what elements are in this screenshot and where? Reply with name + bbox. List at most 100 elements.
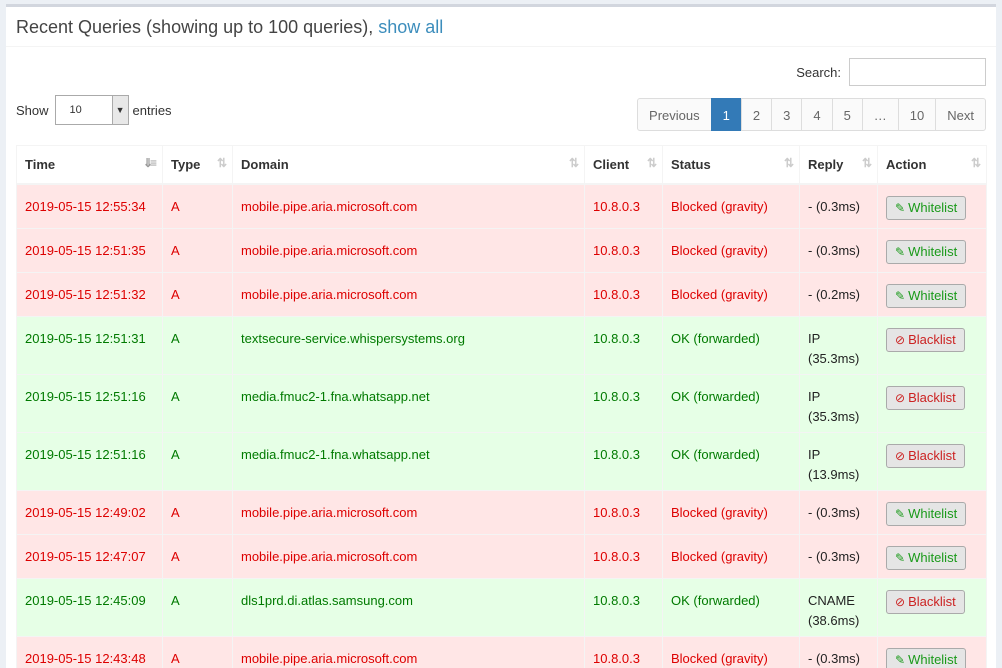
ban-icon: ⊘ <box>895 333 906 347</box>
cell-client: 10.8.0.3 <box>584 183 663 229</box>
cell-domain: mobile.pipe.aria.microsoft.com <box>232 636 585 668</box>
cell-action: ✎ Whitelist <box>877 534 987 579</box>
cell-status: OK (forwarded) <box>662 316 800 375</box>
whitelist-button[interactable]: ✎ Whitelist <box>886 196 967 220</box>
pagination-ellipsis: … <box>861 98 899 131</box>
table-row: 2019-05-15 12:51:31 Atextsecure-service.w… <box>16 316 987 375</box>
cell-type: A <box>162 183 233 229</box>
cell-action: ⊘ Blacklist <box>877 316 987 375</box>
edit-icon: ✎ <box>895 507 906 521</box>
cell-reply: - (0.2ms) <box>799 272 878 317</box>
entries-label: entries <box>132 102 172 118</box>
cell-client: 10.8.0.3 <box>584 316 663 375</box>
cell-domain: mobile.pipe.aria.microsoft.com <box>232 228 585 273</box>
cell-reply: - (0.3ms) <box>799 636 878 668</box>
cell-domain: dls1prd.di.atlas.samsung.com <box>232 578 585 637</box>
cell-status: OK (forwarded) <box>662 374 800 433</box>
pagination: Previous 1 2 3 4 5… 10 Next <box>637 98 986 131</box>
cell-type: A <box>162 228 233 273</box>
pagination-page[interactable]: 10 <box>897 98 937 131</box>
cell-type: A <box>162 316 233 375</box>
edit-icon: ✎ <box>895 245 906 259</box>
cell-type: A <box>162 636 233 668</box>
pagination-next[interactable]: Next <box>935 98 986 131</box>
action-label: Blacklist <box>908 332 956 347</box>
action-label: Whitelist <box>908 288 958 303</box>
action-label: Blacklist <box>908 448 956 463</box>
column-header-domain[interactable]: Domain ⇅ <box>232 145 585 185</box>
action-label: Whitelist <box>908 506 958 521</box>
table-row: 2019-05-15 12:51:16 Amedia.fmuc2-1.fna.wh… <box>16 374 987 433</box>
edit-icon: ✎ <box>895 653 906 667</box>
cell-reply: - (0.3ms) <box>799 534 878 579</box>
cell-client: 10.8.0.3 <box>584 578 663 637</box>
search-label: Search: <box>796 64 841 80</box>
cell-action: ✎ Whitelist <box>877 490 987 535</box>
cell-client: 10.8.0.3 <box>584 272 663 317</box>
whitelist-button[interactable]: ✎ Whitelist <box>886 284 967 308</box>
column-header-action[interactable]: Action ⇅ <box>877 145 987 185</box>
column-header-client[interactable]: Client ⇅ <box>584 145 663 185</box>
column-header-reply[interactable]: Reply ⇅ <box>799 145 878 185</box>
pagination-page[interactable]: 4 <box>801 98 833 131</box>
cell-type: A <box>162 490 233 535</box>
table-row: 2019-05-15 12:51:35 Amobile.pipe.aria.mic… <box>16 228 987 273</box>
whitelist-button[interactable]: ✎ Whitelist <box>886 648 967 668</box>
cell-action: ✎ Whitelist <box>877 636 987 668</box>
action-label: Whitelist <box>908 550 958 565</box>
column-header-status[interactable]: Status ⇅ <box>662 145 800 185</box>
ban-icon: ⊘ <box>895 595 906 609</box>
action-label: Whitelist <box>908 244 958 259</box>
cell-status: OK (forwarded) <box>662 432 800 491</box>
cell-action: ⊘ Blacklist <box>877 432 987 491</box>
cell-type: A <box>162 534 233 579</box>
blacklist-button[interactable]: ⊘ Blacklist <box>886 444 965 468</box>
search-input[interactable] <box>849 58 986 86</box>
table-row: 2019-05-15 12:51:16 Amedia.fmuc2-1.fna.wh… <box>16 432 987 491</box>
show-all-link[interactable]: show all <box>378 17 443 37</box>
chevron-down-icon[interactable]: ▼ <box>111 96 128 124</box>
whitelist-button[interactable]: ✎ Whitelist <box>886 502 967 526</box>
blacklist-button[interactable]: ⊘ Blacklist <box>886 328 965 352</box>
sort-desc-icon: ⇓≡ <box>142 156 157 170</box>
cell-domain: textsecure-service.whispersystems.org <box>232 316 585 375</box>
blacklist-button[interactable]: ⊘ Blacklist <box>886 590 965 614</box>
cell-status: OK (forwarded) <box>662 578 800 637</box>
column-header-type[interactable]: Type ⇅ <box>162 145 233 185</box>
sort-icon: ⇅ <box>970 156 981 170</box>
action-label: Whitelist <box>908 200 958 215</box>
pagination-previous[interactable]: Previous <box>637 98 712 131</box>
search-row: Search: <box>796 58 986 86</box>
pagination-page[interactable]: 1 <box>710 98 742 131</box>
pagination-page[interactable]: 5 <box>831 98 863 131</box>
pagination-page[interactable]: 3 <box>771 98 803 131</box>
cell-type: A <box>162 432 233 491</box>
ban-icon: ⊘ <box>895 391 906 405</box>
whitelist-button[interactable]: ✎ Whitelist <box>886 240 967 264</box>
cell-client: 10.8.0.3 <box>584 432 663 491</box>
sort-icon: ⇅ <box>216 156 227 170</box>
box-header: Recent Queries (showing up to 100 querie… <box>6 7 996 47</box>
cell-domain: mobile.pipe.aria.microsoft.com <box>232 534 585 579</box>
cell-action: ✎ Whitelist <box>877 228 987 273</box>
cell-action: ⊘ Blacklist <box>877 578 987 637</box>
table-row: 2019-05-15 12:45:09 Adls1prd.di.atlas.sam… <box>16 578 987 637</box>
blacklist-button[interactable]: ⊘ Blacklist <box>886 386 965 410</box>
cell-status: Blocked (gravity) <box>662 228 800 273</box>
edit-icon: ✎ <box>895 551 906 565</box>
sort-icon: ⇅ <box>646 156 657 170</box>
cell-time: 2019-05-15 12:51:35 <box>16 228 163 273</box>
whitelist-button[interactable]: ✎ Whitelist <box>886 546 967 570</box>
cell-time: 2019-05-15 12:47:07 <box>16 534 163 579</box>
queries-table: Time ⇓≡ Type ⇅ Domain ⇅ Client ⇅ Status ⇅ Rep… <box>16 145 987 668</box>
cell-client: 10.8.0.3 <box>584 374 663 433</box>
cell-type: A <box>162 374 233 433</box>
cell-reply: - (0.3ms) <box>799 228 878 273</box>
sort-icon: ⇅ <box>861 156 872 170</box>
entries-select[interactable]: 10 ▼ <box>54 95 129 125</box>
column-header-time[interactable]: Time ⇓≡ <box>16 145 163 185</box>
cell-time: 2019-05-15 12:51:32 <box>16 272 163 317</box>
ban-icon: ⊘ <box>895 449 906 463</box>
pagination-page[interactable]: 2 <box>740 98 773 131</box>
cell-reply: IP (13.9ms) <box>799 432 878 491</box>
